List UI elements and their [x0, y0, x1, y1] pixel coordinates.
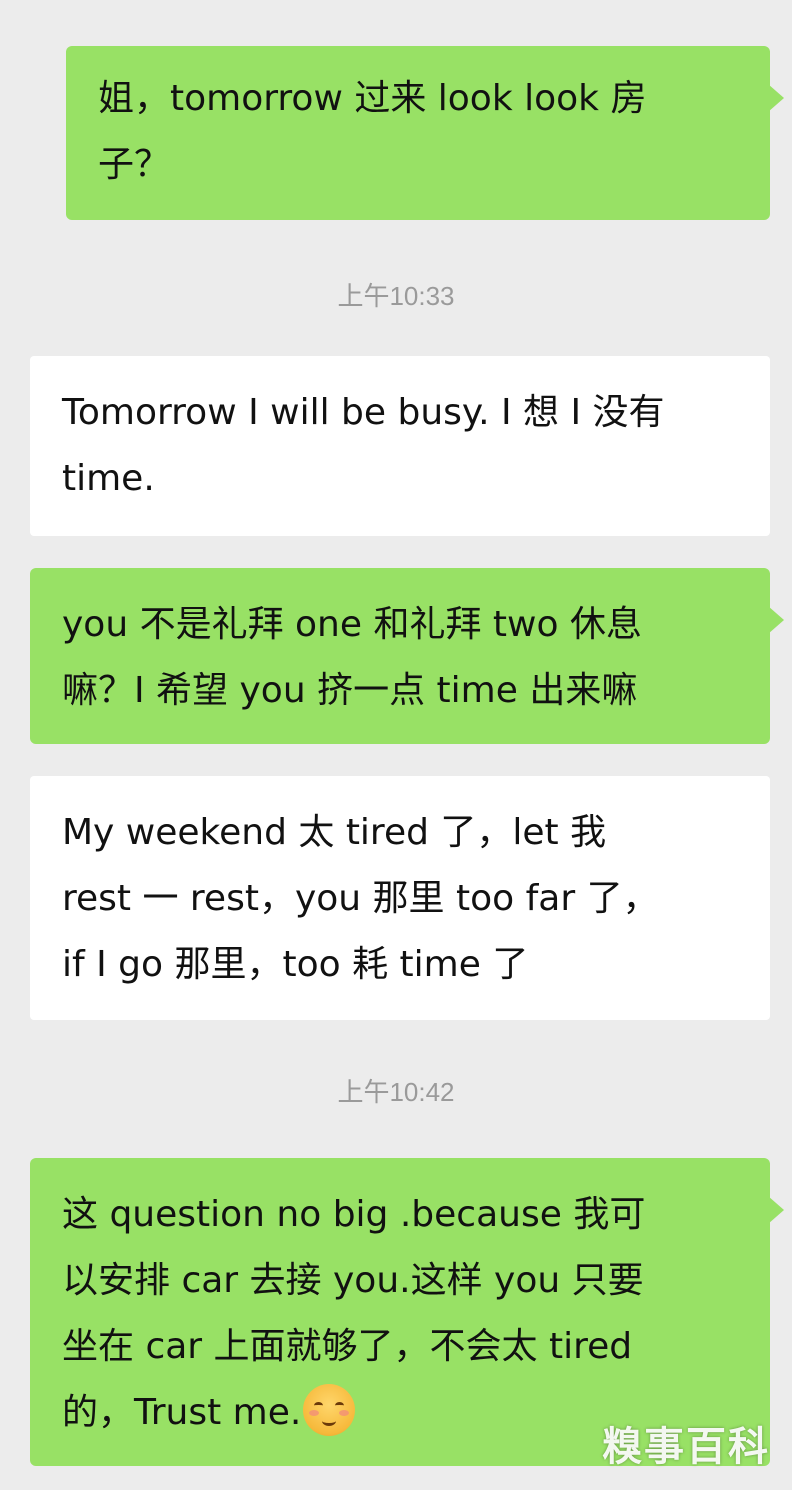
message-text-line: rest 一 rest，you 那里 too far 了，: [62, 878, 659, 919]
watermark-logo: 糗事百科: [602, 1424, 770, 1470]
message-text-line: 姐，tomorrow 过来 look look 房: [98, 78, 647, 119]
message-text-line: 嘛？I 希望 you 挤一点 time 出来嘛: [62, 670, 638, 711]
timestamp: 上午10:42: [337, 1077, 455, 1107]
message-bubble-outgoing[interactable]: you 不是礼拜 one 和礼拜 two 休息 嘛？I 希望 you 挤一点 t…: [30, 568, 784, 744]
message-text-line: 以安排 car 去接 you.这样 you 只要: [62, 1260, 644, 1301]
message-text-line: time.: [62, 458, 155, 499]
message-text-line: My weekend 太 tired 了，let 我: [62, 812, 607, 853]
message-text-line: 的，Trust me.: [62, 1392, 302, 1433]
message-text-line: 这 question no big .because 我可: [62, 1194, 646, 1235]
message-text-line: 坐在 car 上面就够了，不会太 tired: [62, 1326, 633, 1367]
chat-view: 姐，tomorrow 过来 look look 房 子？ 上午10:33 Tom…: [0, 0, 792, 1490]
blushing-smile-emoji-icon: [303, 1384, 356, 1436]
message-text-line: if I go 那里，too 耗 time 了: [62, 944, 529, 985]
message-text-line: 子？: [98, 144, 171, 185]
message-text-line: you 不是礼拜 one 和礼拜 two 休息: [62, 604, 642, 645]
message-bubble-incoming[interactable]: Tomorrow I will be busy. I 想 I 没有 time.: [30, 356, 770, 536]
message-bubble-outgoing[interactable]: 姐，tomorrow 过来 look look 房 子？: [66, 46, 784, 220]
message-bubble-incoming[interactable]: My weekend 太 tired 了，let 我 rest 一 rest，y…: [30, 776, 770, 1020]
message-text-line: Tomorrow I will be busy. I 想 I 没有: [62, 392, 665, 433]
timestamp: 上午10:33: [337, 281, 455, 311]
